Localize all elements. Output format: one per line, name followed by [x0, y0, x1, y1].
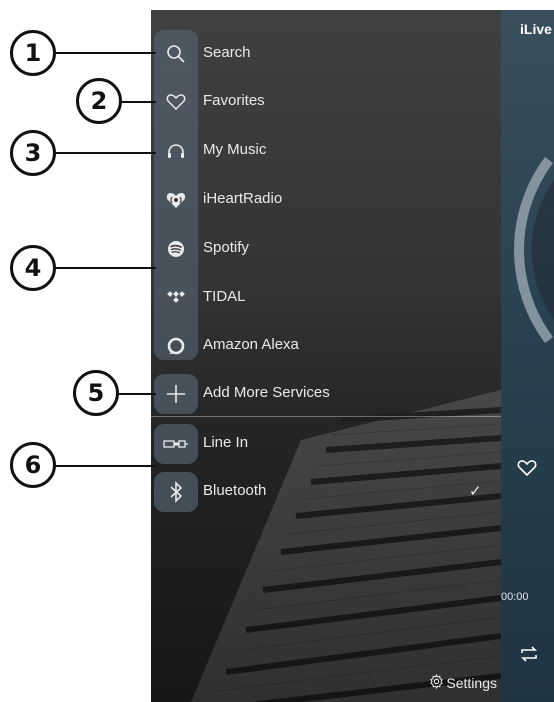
menu-item-bluetooth[interactable]: Bluetooth	[151, 468, 501, 516]
callout-5: 5	[73, 370, 119, 416]
checkmark-icon: ✓	[469, 483, 482, 500]
menu-item-label: Amazon Alexa	[203, 336, 299, 353]
settings-label: Settings	[446, 675, 497, 691]
menu-item-add-more-services[interactable]: Add More Services	[151, 370, 501, 418]
menu-item-label: iHeartRadio	[203, 190, 283, 207]
now-playing-panel: iLive 00:00	[501, 10, 554, 702]
menu-item-favorites[interactable]: Favorites	[151, 78, 501, 126]
favorite-heart-icon[interactable]	[517, 459, 537, 482]
menu-item-my-music[interactable]: My Music	[151, 127, 501, 175]
menu-item-label: Line In	[203, 434, 249, 451]
callout-2: 2	[76, 78, 122, 124]
tidal-icon	[154, 278, 198, 318]
callout-line-5	[118, 393, 156, 395]
gear-icon	[429, 673, 444, 692]
callout-line-2	[122, 101, 156, 103]
headphones-icon	[154, 131, 198, 171]
callout-1: 1	[10, 30, 56, 76]
menu-item-search[interactable]: Search	[151, 30, 501, 78]
menu-item-iheartradio[interactable]: iHeartRadio	[151, 176, 501, 224]
callout-line-3	[56, 152, 156, 154]
callout-line-1	[56, 52, 156, 54]
menu-item-line-in[interactable]: Line In	[151, 420, 501, 468]
menu-item-spotify[interactable]: Spotify	[151, 225, 501, 273]
menu-item-tidal[interactable]: TIDAL	[151, 274, 501, 322]
menu-item-label: My Music	[203, 141, 267, 158]
heart-icon	[154, 82, 198, 122]
callout-3: 3	[10, 130, 56, 176]
iheartradio-icon	[154, 180, 198, 220]
callout-line-6	[56, 465, 156, 467]
menu-item-label: Spotify	[203, 239, 249, 256]
menu-item-label: Search	[203, 44, 251, 61]
plus-icon	[154, 374, 198, 414]
spotify-icon	[154, 229, 198, 269]
menu-divider	[151, 416, 501, 417]
menu-item-label: Add More Services	[203, 384, 330, 401]
callout-4: 4	[10, 245, 56, 291]
menu-item-label: Bluetooth	[203, 482, 267, 499]
elapsed-time: 00:00	[501, 591, 529, 603]
search-icon	[154, 34, 198, 74]
alexa-icon	[154, 326, 198, 366]
source-menu-panel: Search Favorites My Music iHeartRadio Sp…	[151, 10, 501, 702]
repeat-icon[interactable]	[519, 644, 539, 669]
menu-item-label: TIDAL	[203, 288, 246, 305]
callout-line-4	[56, 267, 156, 269]
menu-item-label: Favorites	[203, 92, 265, 109]
callout-6: 6	[10, 442, 56, 488]
menu-item-amazon-alexa[interactable]: Amazon Alexa	[151, 322, 501, 370]
line-in-icon	[154, 424, 198, 464]
settings-button[interactable]: Settings	[429, 673, 497, 692]
bluetooth-icon	[154, 472, 198, 512]
